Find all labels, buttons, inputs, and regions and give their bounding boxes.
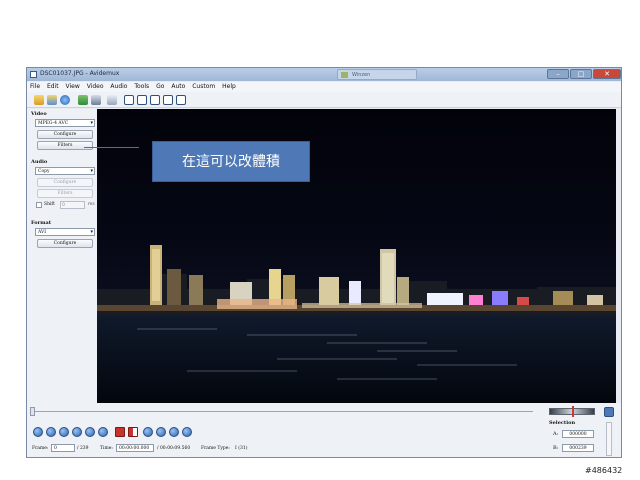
audio-filters-button[interactable]: Filters [37, 189, 93, 198]
info-icon[interactable] [60, 95, 70, 105]
menu-view[interactable]: View [66, 82, 80, 92]
selection-title: Selection [549, 420, 576, 426]
side-by-side-icon[interactable] [150, 95, 160, 105]
prev-frame-icon[interactable] [59, 427, 69, 437]
video-configure-button[interactable]: Configure [37, 130, 93, 139]
next-black-icon[interactable] [156, 427, 166, 437]
format-configure-button[interactable]: Configure [37, 239, 93, 248]
save-video-icon[interactable] [91, 95, 101, 105]
view-output-icon[interactable] [137, 95, 147, 105]
format-section-label: Format [31, 220, 52, 226]
menu-bar: File Edit View Video Audio Tools Go Auto… [27, 82, 621, 92]
next-frame-icon[interactable] [72, 427, 82, 437]
menu-audio[interactable]: Audio [110, 82, 127, 92]
annotation-pointer-line [84, 147, 139, 148]
close-button[interactable]: ✕ [593, 69, 621, 79]
watermark-text: #486432 [585, 466, 623, 475]
menu-file[interactable]: File [30, 82, 40, 92]
stop-icon[interactable] [46, 427, 56, 437]
transport-area: Frame: 0 / 239 Time: 00:00:00.000 / 00:0… [27, 403, 621, 457]
window-title: DSC01037.JPG - Avidemux [40, 70, 120, 77]
time-label: Time: [100, 446, 113, 451]
encoding-panel: Video MPEG-4 AVC Configure Filters Audio… [27, 109, 97, 403]
video-codec-select[interactable]: MPEG-4 AVC [35, 119, 95, 127]
frame-type-label: Frame Type: [201, 446, 230, 451]
shift-stepper[interactable]: 0 [60, 201, 85, 209]
video-filters-button[interactable]: Filters [37, 141, 93, 150]
view-input-icon[interactable] [124, 95, 134, 105]
time-total: / 00:00:09.560 [157, 446, 191, 451]
preview-split-icon[interactable] [163, 95, 173, 105]
audio-section-label: Audio [31, 159, 48, 165]
menu-go[interactable]: Go [156, 82, 164, 92]
menu-video[interactable]: Video [87, 82, 104, 92]
menu-auto[interactable]: Auto [171, 82, 185, 92]
open-icon[interactable] [34, 95, 44, 105]
audio-configure-button[interactable]: Configure [37, 178, 93, 187]
avidemux-window: DSC01037.JPG - Avidemux Winzen – □ ✕ Fil… [26, 67, 622, 458]
video-section-label: Video [31, 111, 47, 117]
timeline-thumb[interactable] [30, 407, 35, 416]
title-bar[interactable]: DSC01037.JPG - Avidemux Winzen – □ ✕ [27, 68, 621, 81]
menu-edit[interactable]: Edit [47, 82, 59, 92]
selection-b-label: B: [553, 445, 559, 451]
menu-help[interactable]: Help [222, 82, 236, 92]
frame-input[interactable]: 0 [51, 444, 75, 452]
annotation-callout: 在這可以改體積 [152, 141, 310, 182]
first-frame-icon[interactable] [169, 427, 179, 437]
frame-type-value: I (31) [235, 446, 248, 451]
mark-b-icon[interactable] [128, 427, 138, 437]
prev-black-icon[interactable] [143, 427, 153, 437]
timeline-track[interactable] [33, 411, 533, 412]
last-frame-icon[interactable] [182, 427, 192, 437]
next-keyframe-icon[interactable] [98, 427, 108, 437]
preview-full-icon[interactable] [176, 95, 186, 105]
vertical-scrollbar[interactable] [606, 422, 612, 456]
toolbar [27, 92, 621, 108]
menu-tools[interactable]: Tools [134, 82, 149, 92]
play-icon[interactable] [33, 427, 43, 437]
format-select[interactable]: AVI [35, 228, 95, 236]
frame-total: / 239 [77, 446, 89, 451]
maximize-button[interactable]: □ [570, 69, 592, 79]
shift-checkbox[interactable] [36, 202, 42, 208]
calculator-icon[interactable] [107, 95, 117, 105]
frame-label: Frame: [32, 446, 49, 451]
app-icon [30, 71, 37, 78]
time-input[interactable]: 00:00:00.000 [116, 444, 154, 452]
selection-b-value[interactable]: 000239 [562, 444, 594, 452]
zoom-icon[interactable] [604, 407, 614, 417]
open-append-icon[interactable] [47, 95, 57, 105]
volume-thumb[interactable] [572, 406, 574, 417]
shift-label: Shift [44, 202, 55, 207]
mark-a-icon[interactable] [115, 427, 125, 437]
selection-a-label: A: [553, 431, 559, 437]
minimize-button[interactable]: – [547, 69, 569, 79]
prev-keyframe-icon[interactable] [85, 427, 95, 437]
background-window-tab[interactable]: Winzen [337, 69, 417, 80]
save-icon[interactable] [78, 95, 88, 105]
shift-unit: ms [88, 202, 95, 207]
audio-codec-select[interactable]: Copy [35, 167, 95, 175]
menu-custom[interactable]: Custom [192, 82, 215, 92]
selection-a-value[interactable]: 000000 [562, 430, 594, 438]
